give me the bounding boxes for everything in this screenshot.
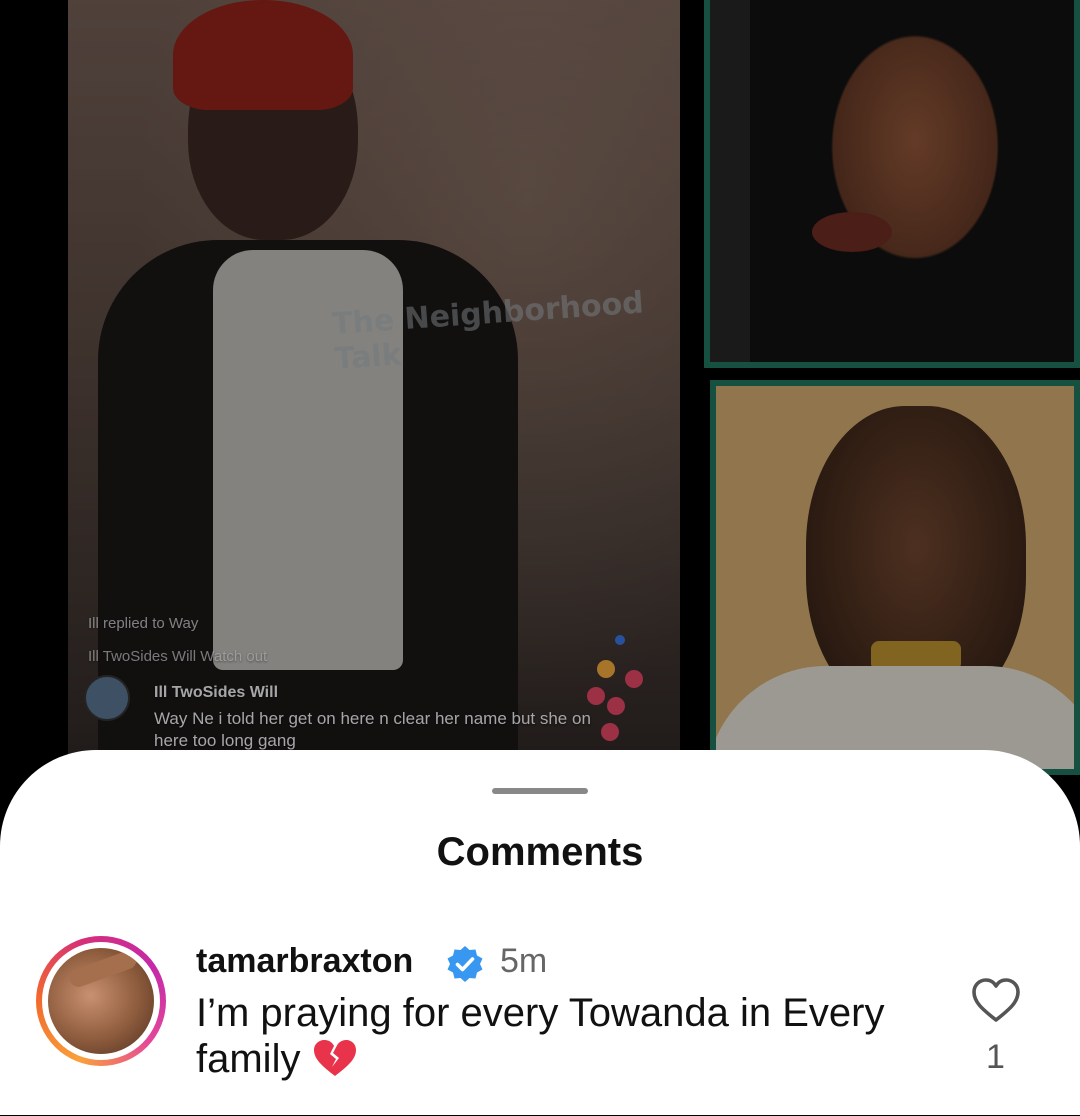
like-heart-icon[interactable] <box>970 976 1022 1024</box>
sheet-title: Comments <box>436 830 644 874</box>
broken-heart-icon <box>313 1040 356 1076</box>
post-media: The Neighborhood Talk Ill replied to Way… <box>0 0 1080 800</box>
like-count: 1 <box>986 1038 1005 1076</box>
avatar[interactable] <box>48 948 154 1054</box>
comments-sheet: Comments tamarbraxton 5m I’m praying for… <box>0 750 1080 1115</box>
verified-badge-icon <box>447 946 483 982</box>
comment-text-container: I’m praying for every Towanda in Every f… <box>196 990 896 1082</box>
comment-username[interactable]: tamarbraxton <box>196 942 413 981</box>
drag-handle[interactable] <box>492 788 588 794</box>
avatar-story-ring[interactable] <box>36 936 166 1066</box>
comment-time: 5m <box>500 942 548 980</box>
comment-item: tamarbraxton 5m I’m praying for every To… <box>0 936 1080 1116</box>
comment-text: I’m praying for every Towanda in Every f… <box>196 991 885 1081</box>
